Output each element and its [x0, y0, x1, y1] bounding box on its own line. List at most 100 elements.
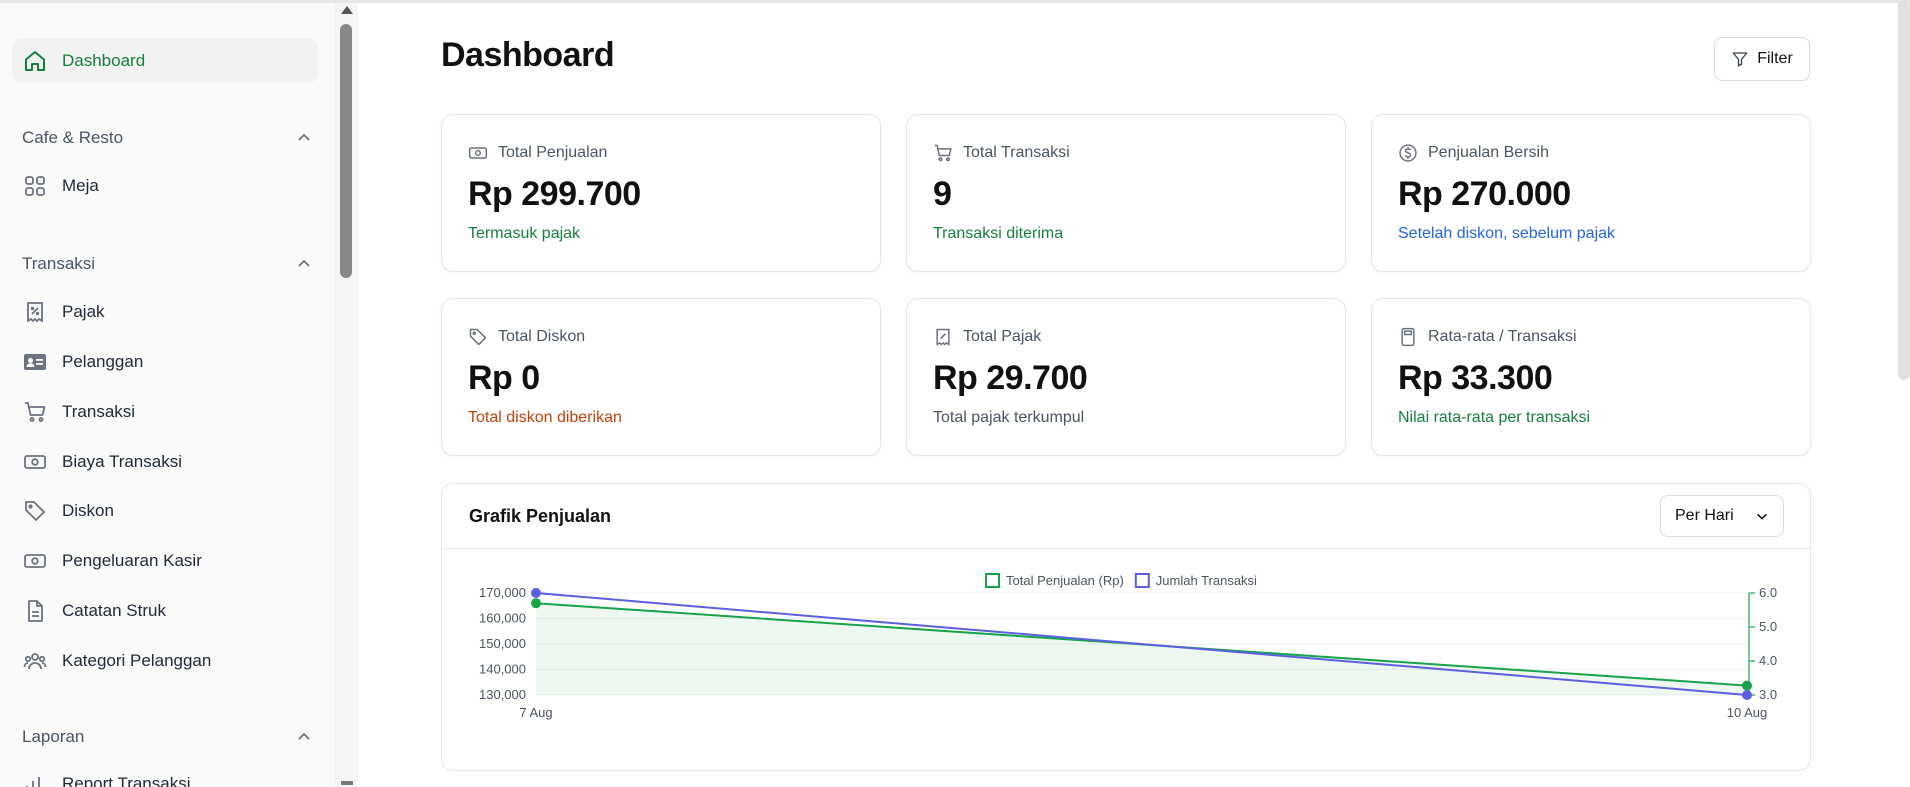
- sidebar-scroll-thumb[interactable]: [340, 24, 352, 278]
- sales-chart-panel: Grafik Penjualan Per Hari 170,000 160,000…: [441, 483, 1811, 771]
- bar-chart-icon: [22, 771, 48, 787]
- sidebar-item-label: Kategori Pelanggan: [62, 650, 212, 670]
- receipt-percent-icon: [22, 299, 48, 325]
- sidebar-item-label: Report Transaksi: [62, 773, 191, 787]
- y-left-tick-label: 170,000: [479, 585, 526, 600]
- users-icon: [22, 648, 48, 674]
- sidebar-item-label: Pelanggan: [62, 351, 144, 371]
- stat-label: Rata-rata / Transaksi: [1428, 328, 1577, 345]
- stat-card-total-penjualan: Total Penjualan Rp 299.700 Termasuk paja…: [441, 114, 881, 272]
- grid-icon: [22, 173, 48, 199]
- data-point: [1742, 680, 1752, 691]
- period-select-value: Per Hari: [1675, 507, 1734, 524]
- stat-value: Rp 270.000: [1398, 175, 1571, 213]
- sidebar-item-label: Catatan Struk: [62, 600, 166, 620]
- scroll-down-arrow[interactable]: [341, 781, 353, 785]
- stat-value: Rp 299.700: [468, 175, 641, 213]
- chart-divider: [442, 548, 1810, 549]
- section-cafe-resto[interactable]: Cafe & Resto: [22, 123, 312, 153]
- sidebar: Dashboard Cafe & Resto Meja Transaksi Pa…: [0, 3, 336, 787]
- section-transaksi[interactable]: Transaksi: [22, 249, 312, 279]
- calculator-icon: [1401, 327, 1415, 347]
- sidebar-item-dashboard[interactable]: Dashboard: [12, 38, 318, 83]
- sales-line-chart: 170,000 160,000 150,000 140,000 130,000 6.0 5.…: [479, 573, 1777, 720]
- y-right-tick-label: 5.0: [1759, 619, 1777, 634]
- sidebar-item-transaksi[interactable]: Transaksi: [12, 389, 318, 434]
- data-point: [531, 588, 541, 598]
- file-text-icon: [22, 598, 48, 624]
- sidebar-item-label: Transaksi: [62, 401, 136, 421]
- legend-swatch: [1134, 573, 1150, 588]
- stat-value: Rp 0: [468, 359, 540, 397]
- sidebar-item-pajak[interactable]: Pajak: [12, 289, 318, 334]
- id-card-icon: [22, 349, 48, 375]
- page-title: Dashboard: [441, 36, 615, 74]
- sidebar-item-meja[interactable]: Meja: [12, 163, 318, 208]
- sidebar-item-diskon[interactable]: Diskon: [12, 488, 318, 533]
- sidebar-item-pelanggan[interactable]: Pelanggan: [12, 339, 318, 384]
- section-label: Cafe & Resto: [22, 128, 124, 147]
- tag-icon: [469, 328, 487, 346]
- stat-label: Total Pajak: [963, 328, 1042, 345]
- stat-card-total-diskon: Total Diskon Rp 0 Total diskon diberikan: [441, 298, 881, 456]
- dollar-circle-icon: [1399, 144, 1417, 162]
- y-right-tick-label: 3.0: [1759, 687, 1777, 702]
- cart-icon: [934, 144, 952, 162]
- receipt-percent-icon: [936, 328, 950, 346]
- section-label: Transaksi: [22, 254, 96, 273]
- stat-subtext: Nilai rata-rata per transaksi: [1398, 409, 1591, 426]
- chart-title: Grafik Penjualan: [469, 506, 612, 526]
- tag-icon: [22, 498, 48, 524]
- stat-card-total-pajak: Total Pajak Rp 29.700 Total pajak terkum…: [906, 298, 1346, 456]
- stat-label: Penjualan Bersih: [1428, 144, 1549, 161]
- section-label: Laporan: [22, 727, 85, 746]
- stat-subtext: Transaksi diterima: [933, 225, 1064, 242]
- y-right-tick-label: 6.0: [1759, 585, 1777, 600]
- y-left-tick-label: 160,000: [479, 611, 526, 626]
- chevron-up-icon: [298, 732, 310, 740]
- cart-icon: [22, 399, 48, 425]
- stat-label: Total Transaksi: [963, 144, 1070, 161]
- y-right-tick-label: 4.0: [1759, 653, 1777, 668]
- sidebar-item-report-transaksi[interactable]: Report Transaksi: [12, 761, 318, 787]
- chevron-up-icon: [298, 259, 310, 267]
- y-left-tick-label: 150,000: [479, 636, 526, 651]
- chevron-up-icon: [298, 133, 310, 141]
- legend-swatch: [985, 573, 1000, 588]
- y-left-tick-label: 130,000: [479, 687, 526, 702]
- filter-button[interactable]: Filter: [1714, 37, 1810, 81]
- sidebar-item-kategori-pelanggan[interactable]: Kategori Pelanggan: [12, 638, 318, 683]
- sidebar-item-biaya-transaksi[interactable]: Biaya Transaksi: [12, 439, 318, 484]
- stat-card-rata-rata: Rata-rata / Transaksi Rp 33.300 Nilai ra…: [1371, 298, 1811, 456]
- banknote-icon: [22, 449, 48, 475]
- scroll-up-arrow[interactable]: [341, 6, 353, 14]
- stat-label: Total Diskon: [498, 328, 586, 345]
- period-select[interactable]: Per Hari: [1660, 495, 1784, 537]
- sidebar-item-catatan-struk[interactable]: Catatan Struk: [12, 588, 318, 633]
- stat-label: Total Penjualan: [498, 144, 608, 161]
- sidebar-item-label: Biaya Transaksi: [62, 451, 182, 471]
- home-icon: [22, 48, 48, 74]
- banknote-icon: [22, 548, 48, 574]
- stat-card-total-transaksi: Total Transaksi 9 Transaksi diterima: [906, 114, 1346, 272]
- stat-subtext: Termasuk pajak: [468, 225, 581, 242]
- stat-subtext: Total pajak terkumpul: [933, 409, 1085, 426]
- x-tick-label: 7 Aug: [519, 705, 552, 720]
- sidebar-item-label: Diskon: [62, 500, 114, 520]
- stat-value: Rp 29.700: [933, 359, 1088, 397]
- x-tick-label: 10 Aug: [1727, 705, 1768, 720]
- data-point: [1742, 690, 1752, 700]
- sidebar-item-label: Pajak: [62, 301, 105, 321]
- data-point: [531, 598, 541, 609]
- stat-value: 9: [933, 175, 952, 213]
- chevron-down-icon: [1757, 513, 1767, 520]
- filter-label: Filter: [1757, 50, 1793, 67]
- sidebar-item-pengeluaran-kasir[interactable]: Pengeluaran Kasir: [12, 538, 318, 583]
- sidebar-item-label: Meja: [62, 175, 99, 195]
- page-scroll-thumb[interactable]: [1898, 0, 1910, 380]
- legend-label: Jumlah Transaksi: [1156, 573, 1257, 588]
- section-laporan[interactable]: Laporan: [22, 722, 312, 752]
- legend-label: Total Penjualan (Rp): [1006, 573, 1124, 588]
- stat-subtext: Total diskon diberikan: [468, 409, 622, 426]
- y-left-tick-label: 140,000: [479, 662, 526, 677]
